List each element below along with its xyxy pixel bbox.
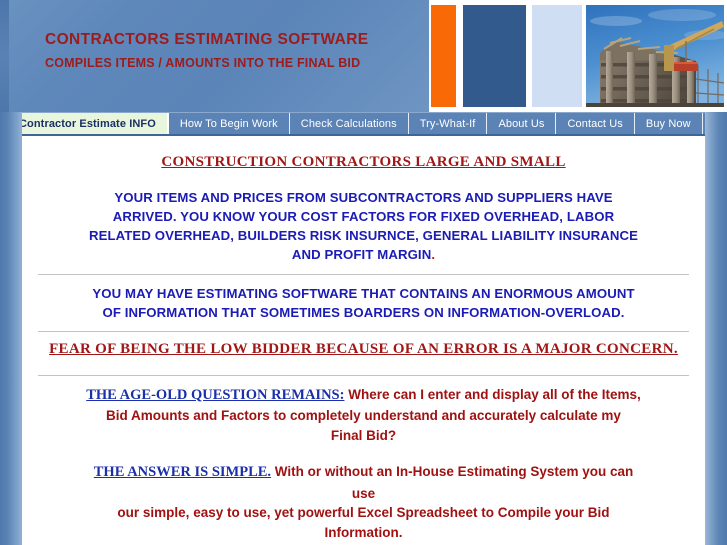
divider-two [38,330,689,332]
intro-line-1: YOUR ITEMS AND PRICES FROM SUBCONTRACTOR… [114,190,613,205]
nav-item-label: About Us [498,117,545,130]
banner-title: CONTRACTORS ESTIMATING SOFTWARE [45,31,369,48]
site-header-banner: CONTRACTORS ESTIMATING SOFTWARE COMPILES… [0,0,727,112]
banner-orange-stripe [431,5,456,107]
intro-paragraph: YOUR ITEMS AND PRICES FROM SUBCONTRACTOR… [36,188,691,265]
question-lead-label: THE AGE-OLD QUESTION REMAINS: [86,386,345,403]
construction-building-photo [586,5,724,107]
overload-line-2: OF INFORMATION THAT SOMETIMES BOARDERS O… [102,304,625,320]
left-blue-gutter [0,112,22,545]
answer-paragraph-continued: our simple, easy to use, yet powerful Ex… [34,503,693,542]
banner-pale-stripe [532,5,582,107]
main-navigation-bar[interactable]: Contractor Estimate INFO How To Begin Wo… [8,112,719,136]
banner-left-edge [0,0,9,112]
divider-one [38,273,689,275]
question-paragraph: THE AGE-OLD QUESTION REMAINS: Where can … [34,385,693,446]
banner-subtitle: COMPILES ITEMS / AMOUNTS INTO THE FINAL … [45,55,361,70]
page-title: CONSTRUCTION CONTRACTORS LARGE AND SMALL [161,154,566,170]
overload-line-1: YOU MAY HAVE ESTIMATING SOFTWARE THAT CO… [92,285,635,301]
nav-item-label: Try-What-If [419,117,476,130]
intro-line-3: RELATED OVERHEAD, BUILDERS RISK INSURNCE… [88,228,639,244]
banner-title-area: CONTRACTORS ESTIMATING SOFTWARE COMPILES… [9,0,429,112]
nav-item-check-calculations[interactable]: Check Calculations [290,113,409,134]
intro-line-4: AND PROFIT MARGIN [291,247,432,263]
fear-statement: FEAR OF BEING THE LOW BIDDER BECAUSE OF … [49,340,678,357]
intro-line-2: ARRIVED. YOU KNOW YOUR COST FACTORS FOR … [112,209,615,225]
nav-item-buy-now[interactable]: Buy Now [635,113,703,134]
nav-item-label: Check Calculations [300,117,397,130]
page-content: CONSTRUCTION CONTRACTORS LARGE AND SMALL… [22,138,705,545]
nav-item-how-to-begin-work[interactable]: How To Begin Work [169,113,290,134]
nav-item-label: Contractor Estimate INFO [19,117,156,130]
answer2-line-2: Information. [324,524,403,540]
nav-item-contractor-estimate-info[interactable]: Contractor Estimate INFO [8,113,169,134]
question-line-2: Bid Amounts and Factors to completely un… [106,408,621,423]
nav-item-label: Buy Now [645,117,691,130]
answer-line-1: With or without an In-House Estimating S… [271,464,634,480]
divider-three [38,374,689,376]
answer-line-2: use [351,485,376,501]
nav-item-label: Contact Us [567,117,623,130]
intro-final-period: . [431,247,436,263]
question-line-3: Final Bid? [330,427,397,443]
answer2-line-1: our simple, easy to use, yet powerful Ex… [117,505,610,521]
nav-item-about-us[interactable]: About Us [487,113,557,134]
nav-item-label: How To Begin Work [179,117,278,130]
right-blue-gutter [705,112,727,545]
banner-navy-stripe [463,5,526,107]
banner-text-block: CONTRACTORS ESTIMATING SOFTWARE COMPILES… [45,32,369,69]
page-root: CONTRACTORS ESTIMATING SOFTWARE COMPILES… [0,0,727,545]
question-line-1: Where can I enter and display all of the… [344,386,641,402]
answer-paragraph: THE ANSWER IS SIMPLE. With or without an… [34,462,693,503]
nav-item-try-what-if[interactable]: Try-What-If [409,113,488,134]
overload-paragraph: YOU MAY HAVE ESTIMATING SOFTWARE THAT CO… [36,284,691,322]
nav-item-contact-us[interactable]: Contact Us [556,113,635,134]
answer-lead-label: THE ANSWER IS SIMPLE. [93,464,272,481]
